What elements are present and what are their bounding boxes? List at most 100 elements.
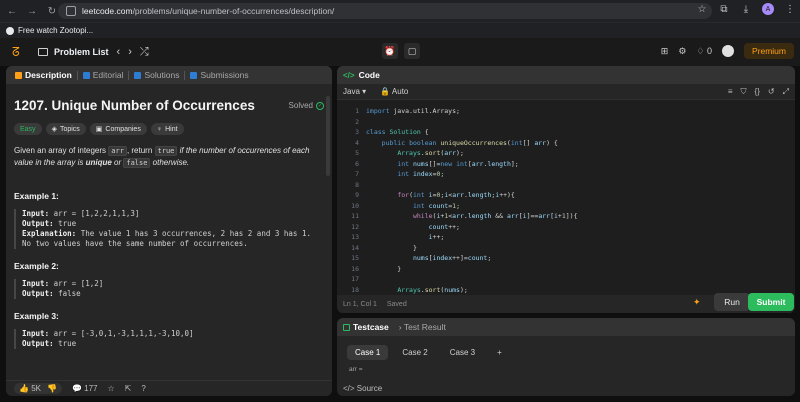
source-toggle[interactable]: </> Source [343, 384, 382, 393]
bookmark-item[interactable]: Free watch Zootopi... [18, 26, 93, 35]
fullscreen-icon[interactable]: ⤢ [783, 87, 789, 97]
scroll-thumb[interactable] [326, 96, 330, 176]
run-button[interactable]: Run [714, 293, 750, 311]
solved-label: Solved [288, 101, 313, 110]
desc-text: or [111, 158, 124, 167]
output-label: Output: [22, 339, 54, 348]
desc-text: Given an array of integers [14, 146, 109, 155]
tab-test-result[interactable]: › Test Result [399, 322, 446, 332]
output-label: Output: [22, 289, 54, 298]
premium-button[interactable]: Premium [743, 43, 794, 59]
problem-list-button[interactable]: Problem List [38, 47, 109, 57]
menu-icon[interactable]: ⋮ [784, 4, 796, 15]
back-icon[interactable]: ← [4, 3, 20, 19]
problem-title[interactable]: 1207. Unique Number of Occurrences [14, 98, 255, 113]
case-3-tab[interactable]: Case 3 [442, 345, 483, 360]
tab-submissions[interactable]: Submissions [185, 70, 253, 80]
description-footer: 👍 5K 👎 💬 177 ☆ ⇱ ? [6, 380, 332, 396]
desc-text: , return [126, 146, 155, 155]
input-label: Input: [22, 279, 50, 288]
bookmark-icon[interactable]: ⛉ [741, 87, 747, 97]
language-select[interactable]: Java ▾ [343, 87, 366, 96]
language-label: Java [343, 87, 360, 96]
tab-description[interactable]: Description [10, 70, 77, 80]
share-icon[interactable]: ⇱ [125, 384, 132, 393]
inline-code: arr [108, 146, 127, 156]
extensions-icon[interactable]: ⧉ [718, 4, 730, 15]
leetcode-logo-icon[interactable]: ᘔ [12, 46, 24, 58]
url-host: leetcode.com [82, 6, 133, 16]
prev-problem-icon[interactable]: ‹ [117, 46, 121, 58]
example-block: Input: arr = [-3,0,1,-3,1,1,1,-3,10,0] O… [14, 329, 324, 349]
tab-label: Editorial [92, 70, 124, 80]
case-2-tab[interactable]: Case 2 [394, 345, 435, 360]
site-info-icon[interactable] [66, 6, 76, 16]
tab-label: Description [25, 70, 72, 80]
debugger-icon[interactable]: ✦ [693, 297, 701, 308]
testcase-tabs: Testcase › Test Result [337, 318, 795, 336]
example-block: Input: arr = [1,2] Output: false [14, 279, 324, 299]
case-1-tab[interactable]: Case 1 [347, 345, 389, 360]
description-tabs: Description Editorial Solutions Submissi… [6, 66, 332, 84]
code-content[interactable]: import java.util.Arrays; class Solution … [366, 106, 578, 295]
solutions-icon [134, 71, 142, 79]
editorial-icon [82, 71, 90, 79]
forward-icon[interactable]: → [24, 3, 40, 19]
inline-code: true [154, 146, 178, 156]
code-icon: </> [343, 70, 355, 80]
tab-solutions[interactable]: Solutions [129, 70, 184, 80]
tab-editorial[interactable]: Editorial [78, 70, 129, 80]
settings-icon[interactable]: ⚙ [678, 46, 686, 57]
streak-icon[interactable]: ♢ 0 [696, 46, 712, 57]
code-editor[interactable]: 1234567891011121314151617181920 import j… [337, 100, 795, 295]
user-avatar[interactable] [721, 45, 734, 57]
comments-button[interactable]: 💬 177 [72, 384, 98, 393]
example-block: Input: arr = [1,2,2,1,1,3] Output: true … [14, 209, 324, 249]
star-icon[interactable]: ☆ [108, 384, 115, 393]
like-count: 5K [31, 384, 41, 393]
coin-count: 0 [706, 45, 712, 56]
submit-button[interactable]: Submit [748, 293, 794, 311]
difficulty-tag: Easy [14, 123, 42, 135]
lightbulb-icon: ♀ [156, 125, 163, 133]
description-scrollbar[interactable] [326, 96, 330, 386]
layout-icon[interactable]: ⊞ [661, 46, 669, 57]
like-button[interactable]: 👍 5K [19, 384, 41, 393]
code-toolbar: Java ▾ 🔒 Auto ≡ ⛉ {} ↺ ⤢ [337, 84, 795, 100]
tag-icon: ◈ [51, 126, 57, 133]
shuffle-icon[interactable]: ⤮ [140, 46, 149, 59]
timer-icon[interactable]: ⏰ [382, 43, 398, 59]
address-bar[interactable]: leetcode.com/problems/unique-number-of-o… [58, 3, 712, 19]
reset-icon[interactable]: ↺ [768, 87, 775, 97]
checkbox-icon [343, 323, 350, 331]
explanation-label: Explanation: [22, 229, 77, 238]
url-path: /problems/unique-number-of-occurrences/d… [132, 6, 335, 16]
tab-testcase[interactable]: Testcase [343, 322, 389, 332]
star-icon[interactable]: ☆ [696, 4, 708, 15]
example-heading: Example 1: [14, 191, 59, 201]
add-case-icon[interactable]: + [489, 345, 510, 360]
desc-bold: unique [85, 158, 112, 167]
auto-toggle[interactable]: 🔒 Auto [380, 87, 408, 96]
tag-label: Companies [105, 125, 141, 133]
notes-icon[interactable]: ▢ [404, 43, 420, 59]
code-panel: </> Code Java ▾ 🔒 Auto ≡ ⛉ {} ↺ ⤢ 123456… [337, 66, 795, 313]
topics-tag[interactable]: ◈ Topics [45, 123, 86, 135]
inline-code: false [123, 158, 151, 168]
download-icon[interactable]: ⤓ [740, 4, 752, 15]
help-icon[interactable]: ? [141, 384, 145, 393]
tab-label: Testcase [353, 322, 389, 332]
format-icon[interactable]: ≡ [728, 87, 733, 97]
input-value: arr = [-3,0,1,-3,1,1,1,-3,10,0] [49, 329, 194, 338]
tab-code[interactable]: Code [359, 70, 380, 80]
next-problem-icon[interactable]: › [128, 46, 132, 58]
profile-avatar[interactable]: A [762, 3, 774, 15]
braces-icon[interactable]: {} [755, 87, 760, 97]
problem-list-label: Problem List [54, 47, 109, 57]
tab-label: Test Result [403, 322, 446, 332]
companies-tag[interactable]: ▣ Companies [89, 123, 147, 135]
dislike-icon[interactable]: 👎 [47, 384, 57, 393]
solved-badge: Solved ✓ [289, 101, 324, 110]
hint-tag[interactable]: ♀ Hint [150, 123, 184, 135]
auto-label: Auto [391, 87, 409, 96]
